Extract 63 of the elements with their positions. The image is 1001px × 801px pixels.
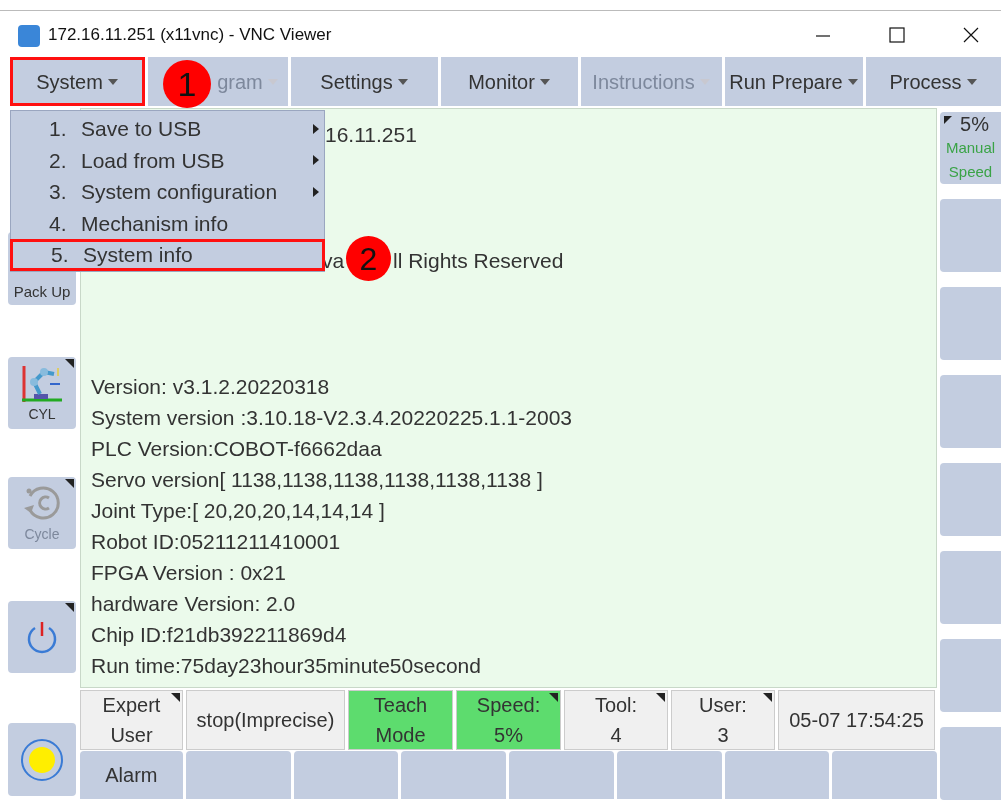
power-button[interactable] xyxy=(8,601,76,673)
info-line: Run time:75day23hour35minute50second xyxy=(91,653,482,679)
blank-button[interactable] xyxy=(185,751,291,799)
blank-button[interactable] xyxy=(940,199,1001,272)
menu-tab[interactable]: System xyxy=(10,57,145,106)
blank-button[interactable] xyxy=(940,639,1001,712)
app-logo-icon xyxy=(18,25,40,47)
menu-tab[interactable]: Process xyxy=(866,57,1001,106)
menu-item[interactable]: 1. Save to USB xyxy=(11,113,324,145)
info-line: Joint Type:[ 20,20,20,14,14,14 ] xyxy=(91,498,386,524)
menu-tab[interactable]: Run Prepare xyxy=(725,57,863,106)
lamp-icon xyxy=(20,737,64,782)
caret-icon xyxy=(106,77,119,86)
blank-button[interactable] xyxy=(940,727,1001,800)
menu-item[interactable]: 5. System info xyxy=(10,239,325,271)
status-field[interactable]: 05-07 17:54:25 xyxy=(778,690,935,750)
info-line: Robot ID:05211211410001 xyxy=(91,529,342,555)
blank-button[interactable] xyxy=(940,463,1001,536)
coordinate-mode-button[interactable]: CYL xyxy=(8,357,76,429)
info-line: Servo version[ 1138,1138,1138,1138,1138,1138 ] xyxy=(91,467,544,493)
info-line: Version: v3.1.2.20220318 xyxy=(91,374,331,400)
close-icon[interactable] xyxy=(963,27,979,43)
blank-button[interactable] xyxy=(940,287,1001,360)
status-field[interactable]: User: 3 xyxy=(671,690,775,750)
caret-icon xyxy=(965,77,978,86)
menu-item[interactable]: 4. Mechanism info xyxy=(11,207,324,239)
blank-button[interactable] xyxy=(616,751,722,799)
caret-icon xyxy=(396,77,409,86)
info-line: hardware Version: 2.0 xyxy=(91,591,297,617)
blank-button[interactable] xyxy=(940,551,1001,624)
status-field[interactable]: Teach Mode xyxy=(348,690,453,750)
blank-button[interactable] xyxy=(293,751,399,799)
corner-triangle-icon xyxy=(65,359,74,368)
info-line: System version :3.10.18-V2.3.4.20220225.1.1-2003 xyxy=(91,405,572,431)
blank-button[interactable] xyxy=(832,751,937,799)
info-line: FPGA Version : 0x21 xyxy=(91,560,287,586)
maximize-icon[interactable] xyxy=(889,27,905,43)
corner-triangle-icon xyxy=(65,603,74,612)
info-text: ll Rights Reserved xyxy=(393,248,564,274)
info-text: 16.11.251 xyxy=(325,122,417,148)
caret-icon xyxy=(538,77,551,86)
info-line: PLC Version:COBOT-f6662daa xyxy=(91,436,383,462)
menu-item[interactable]: 2. Load from USB xyxy=(11,144,324,176)
alarm-button[interactable]: Alarm xyxy=(80,751,183,799)
blank-button[interactable] xyxy=(940,375,1001,448)
status-field[interactable]: Tool: 4 xyxy=(564,690,668,750)
corner-triangle-icon xyxy=(944,116,952,124)
menu-item[interactable]: 3. System configuration xyxy=(11,176,324,208)
caret-icon xyxy=(846,77,859,86)
power-icon xyxy=(25,620,59,654)
blank-button[interactable] xyxy=(724,751,830,799)
corner-triangle-icon xyxy=(65,479,74,488)
blank-button[interactable] xyxy=(401,751,506,799)
window-title: 172.16.11.251 (x11vnc) - VNC Viewer xyxy=(48,23,332,46)
status-field[interactable]: Expert User xyxy=(80,690,183,750)
manual-speed-button[interactable]: 5% Manual Speed xyxy=(940,112,1001,184)
info-line: Chip ID:f21db392211869d4 xyxy=(91,622,348,648)
lamp-button[interactable] xyxy=(8,723,76,796)
menu-tab[interactable]: Settings xyxy=(291,57,438,106)
status-field[interactable]: Speed: 5% xyxy=(456,690,561,750)
menu-tab[interactable]: Monitor xyxy=(441,57,578,106)
status-field[interactable]: stop(Imprecise) xyxy=(186,690,345,750)
blank-button[interactable] xyxy=(509,751,614,799)
